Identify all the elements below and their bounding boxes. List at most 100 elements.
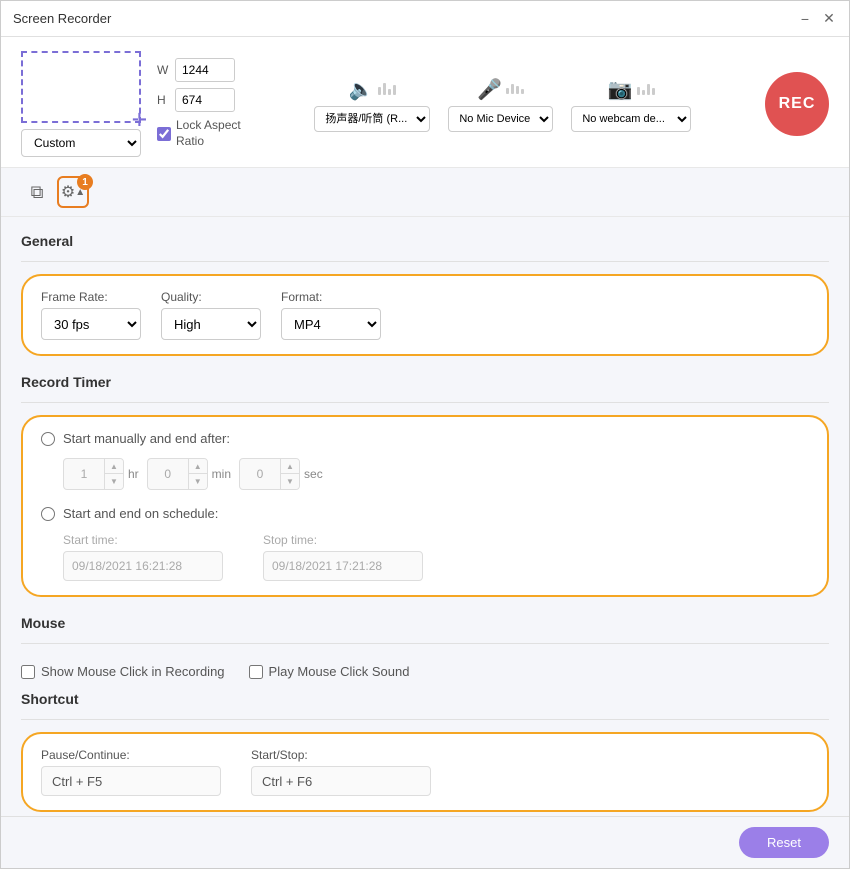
window-controls: − ✕ xyxy=(797,11,837,27)
shortcut-group: Pause/Continue: Start/Stop: xyxy=(21,732,829,812)
dimensions-panel: W H Lock AspectRatio xyxy=(157,58,241,149)
stop-time-label: Stop time: xyxy=(263,533,423,547)
format-select[interactable]: MP4 MOV AVI GIF xyxy=(281,308,381,340)
min-group: ▲ ▼ min xyxy=(147,458,231,490)
frame-rate-field: Frame Rate: 30 fps 60 fps 24 fps 15 fps xyxy=(41,290,141,340)
start-stop-field: Start/Stop: xyxy=(251,748,431,796)
sec-up[interactable]: ▲ xyxy=(281,459,299,474)
format-field: Format: MP4 MOV AVI GIF xyxy=(281,290,381,340)
hr-label: hr xyxy=(128,467,139,481)
lock-aspect-label: Lock AspectRatio xyxy=(176,118,241,149)
bar4 xyxy=(393,85,396,95)
manual-radio-label: Start manually and end after: xyxy=(63,431,230,446)
schedule-inputs-row: Start time: Stop time: xyxy=(41,533,809,581)
bar4 xyxy=(521,89,524,94)
start-time-label: Start time: xyxy=(63,533,223,547)
mouse-section: Mouse Show Mouse Click in Recording Play… xyxy=(21,615,829,687)
sec-down[interactable]: ▼ xyxy=(281,474,299,489)
bar2 xyxy=(383,83,386,95)
settings-button[interactable]: ⚙ ▲ 1 xyxy=(57,176,89,208)
hr-group: ▲ ▼ hr xyxy=(63,458,139,490)
bar1 xyxy=(506,88,509,94)
speaker-device: 🔈 扬声器/听筒 (R... xyxy=(314,77,430,132)
quality-field: Quality: High Medium Low xyxy=(161,290,261,340)
stop-time-field: Stop time: xyxy=(263,533,423,581)
copy-icon: ⧉ xyxy=(31,182,44,203)
min-down[interactable]: ▼ xyxy=(189,474,207,489)
mouse-divider xyxy=(21,643,829,644)
min-input[interactable] xyxy=(148,459,188,489)
mic-dropdown[interactable]: No Mic Device xyxy=(448,106,553,132)
audio-section: 🔈 扬声器/听筒 (R... 🎤 xyxy=(257,77,749,132)
minimize-button[interactable]: − xyxy=(797,11,813,27)
preset-dropdown[interactable]: Custom Full Screen 1280×720 1920×1080 xyxy=(21,129,141,157)
schedule-radio-label: Start and end on schedule: xyxy=(63,506,218,521)
hr-up[interactable]: ▲ xyxy=(105,459,123,474)
min-label: min xyxy=(212,467,231,481)
speaker-dropdown[interactable]: 扬声器/听筒 (R... xyxy=(314,106,430,132)
start-time-input[interactable] xyxy=(63,551,223,581)
hr-down[interactable]: ▼ xyxy=(105,474,123,489)
top-row: ✛ Custom Full Screen 1280×720 1920×1080 … xyxy=(21,51,829,157)
crosshair-icon: ✛ xyxy=(132,111,147,129)
quality-select[interactable]: High Medium Low xyxy=(161,308,261,340)
start-stop-input[interactable] xyxy=(251,766,431,796)
min-arrows: ▲ ▼ xyxy=(188,459,207,489)
bar1 xyxy=(378,87,381,95)
hr-input[interactable] xyxy=(64,459,104,489)
time-inputs-row: ▲ ▼ hr ▲ ▼ xyxy=(41,458,809,490)
sec-label: sec xyxy=(304,467,323,481)
frame-rate-select[interactable]: 30 fps 60 fps 24 fps 15 fps xyxy=(41,308,141,340)
rec-button[interactable]: REC xyxy=(765,72,829,136)
webcam-icon-row: 📷 xyxy=(608,77,655,102)
manual-radio[interactable] xyxy=(41,432,55,446)
general-section: General Frame Rate: 30 fps 60 fps 24 fps… xyxy=(21,233,829,356)
width-row: W xyxy=(157,58,241,82)
format-label: Format: xyxy=(281,290,381,304)
capture-area-preview[interactable]: ✛ xyxy=(21,51,141,123)
webcam-device: 📷 No webcam de... xyxy=(571,77,691,132)
mic-icon-row: 🎤 xyxy=(477,77,524,102)
frame-rate-label: Frame Rate: xyxy=(41,290,141,304)
general-form-row: Frame Rate: 30 fps 60 fps 24 fps 15 fps … xyxy=(41,290,809,340)
height-input[interactable] xyxy=(175,88,235,112)
schedule-radio-row: Start and end on schedule: xyxy=(41,506,809,521)
general-title: General xyxy=(21,233,829,249)
reset-button[interactable]: Reset xyxy=(739,827,829,858)
min-spinner: ▲ ▼ xyxy=(147,458,208,490)
main-content: General Frame Rate: 30 fps 60 fps 24 fps… xyxy=(1,217,849,816)
manual-radio-row: Start manually and end after: xyxy=(41,431,809,446)
sec-spinner: ▲ ▼ xyxy=(239,458,300,490)
width-input[interactable] xyxy=(175,58,235,82)
sec-arrows: ▲ ▼ xyxy=(280,459,299,489)
titlebar: Screen Recorder − ✕ xyxy=(1,1,849,37)
min-up[interactable]: ▲ xyxy=(189,459,207,474)
copy-button[interactable]: ⧉ xyxy=(21,176,53,208)
mic-device: 🎤 No Mic Device xyxy=(448,77,553,132)
pause-input[interactable] xyxy=(41,766,221,796)
webcam-dropdown[interactable]: No webcam de... xyxy=(571,106,691,132)
mic-icon: 🎤 xyxy=(477,77,502,102)
bar2 xyxy=(511,84,514,94)
lock-aspect-checkbox[interactable] xyxy=(157,127,171,141)
bar3 xyxy=(516,86,519,94)
bar3 xyxy=(647,84,650,95)
main-window: Screen Recorder − ✕ ✛ Custom Full Screen… xyxy=(0,0,850,869)
hr-spinner: ▲ ▼ xyxy=(63,458,124,490)
play-sound-checkbox[interactable] xyxy=(249,665,263,679)
mic-bars xyxy=(506,84,524,94)
start-stop-label: Start/Stop: xyxy=(251,748,431,762)
shortcut-title: Shortcut xyxy=(21,691,829,707)
shortcut-row: Pause/Continue: Start/Stop: xyxy=(41,748,809,796)
show-click-checkbox[interactable] xyxy=(21,665,35,679)
sec-input[interactable] xyxy=(240,459,280,489)
bottom-bar: Reset xyxy=(1,816,849,868)
close-button[interactable]: ✕ xyxy=(821,11,837,27)
start-time-field: Start time: xyxy=(63,533,223,581)
lock-aspect-row: Lock AspectRatio xyxy=(157,118,241,149)
show-click-label: Show Mouse Click in Recording xyxy=(41,664,225,679)
bar1 xyxy=(637,87,640,95)
stop-time-input[interactable] xyxy=(263,551,423,581)
pause-field: Pause/Continue: xyxy=(41,748,221,796)
schedule-radio[interactable] xyxy=(41,507,55,521)
